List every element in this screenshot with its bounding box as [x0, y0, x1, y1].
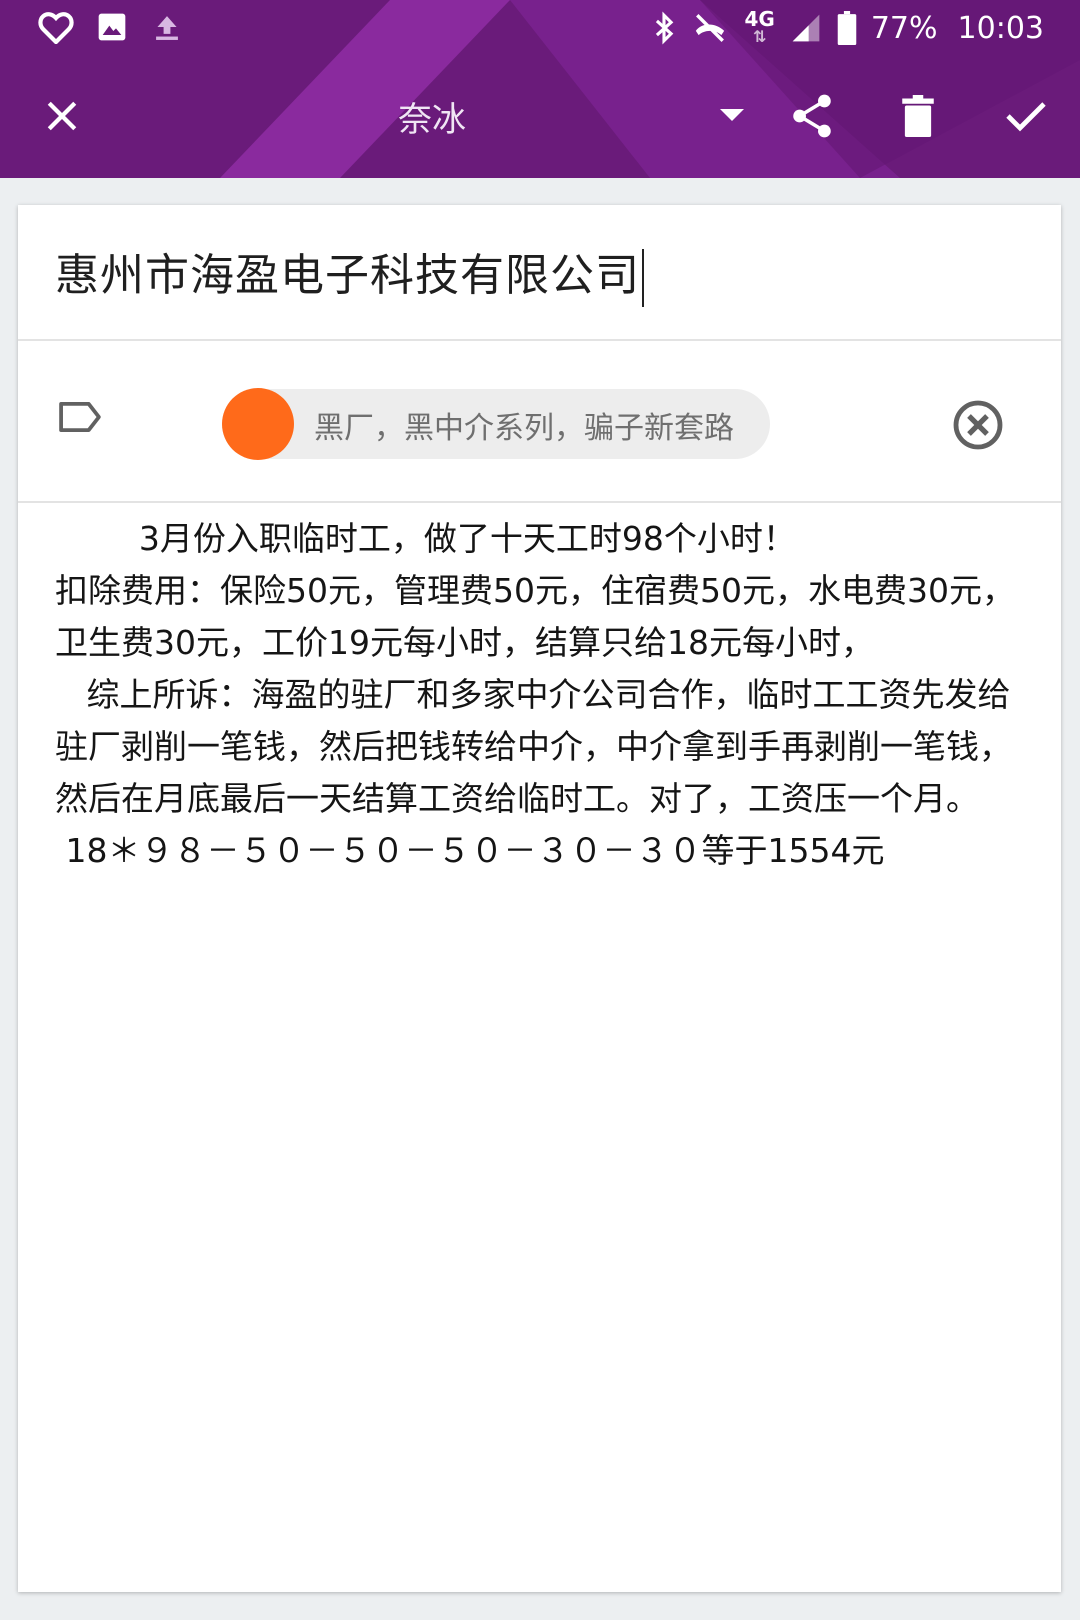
signal-icon	[789, 12, 823, 44]
delete-button[interactable]	[882, 80, 954, 152]
label-icon	[58, 401, 102, 437]
save-button[interactable]	[990, 80, 1062, 152]
bluetooth-icon	[653, 11, 675, 45]
share-icon	[793, 94, 831, 138]
clock: 10:03	[957, 10, 1044, 46]
status-system-icons: 4G ⇅ 77% 10:03	[653, 6, 1044, 50]
dropdown-arrow-icon	[720, 109, 744, 121]
label-row: 黑厂，黑中介系列，骗子新套路	[18, 341, 1061, 503]
upload-icon	[150, 12, 184, 42]
image-icon	[96, 11, 128, 43]
status-notification-icons	[38, 10, 184, 44]
heart-icon	[38, 10, 74, 44]
title-row: 惠州市海盈电子科技有限公司	[18, 205, 1061, 341]
label-chip[interactable]: 黑厂，黑中介系列，骗子新套路	[222, 388, 770, 460]
close-button[interactable]	[26, 80, 98, 152]
clear-circle-icon	[953, 400, 1003, 450]
app-bar: 奈冰	[0, 72, 1080, 162]
network-type: 4G ⇅	[744, 7, 775, 46]
text-cursor	[642, 249, 644, 307]
account-dropdown-button[interactable]	[696, 80, 768, 152]
battery-icon	[837, 11, 857, 45]
note-body-input[interactable]: 3月份入职临时工，做了十天工时98个小时！ 扣除费用：保险50元，管理费50元，…	[55, 513, 1035, 877]
clear-label-button[interactable]	[952, 399, 1004, 451]
label-color-dot	[222, 388, 294, 460]
top-bar: 4G ⇅ 77% 10:03 奈冰	[0, 0, 1080, 178]
close-icon	[47, 101, 77, 131]
status-bar: 4G ⇅ 77% 10:03	[0, 0, 1080, 56]
check-icon	[1006, 102, 1046, 132]
share-button[interactable]	[776, 80, 848, 152]
note-card: 惠州市海盈电子科技有限公司 黑厂，黑中介系列，骗子新套路 3月份入职临时工，做了…	[18, 205, 1061, 1592]
battery-percent: 77%	[870, 10, 938, 46]
label-chip-text: 黑厂，黑中介系列，骗子新套路	[314, 411, 734, 446]
account-name[interactable]: 奈冰	[398, 92, 466, 141]
delete-icon	[902, 95, 934, 137]
note-title-input[interactable]: 惠州市海盈电子科技有限公司	[55, 239, 644, 307]
vibrate-off-icon	[689, 11, 731, 45]
